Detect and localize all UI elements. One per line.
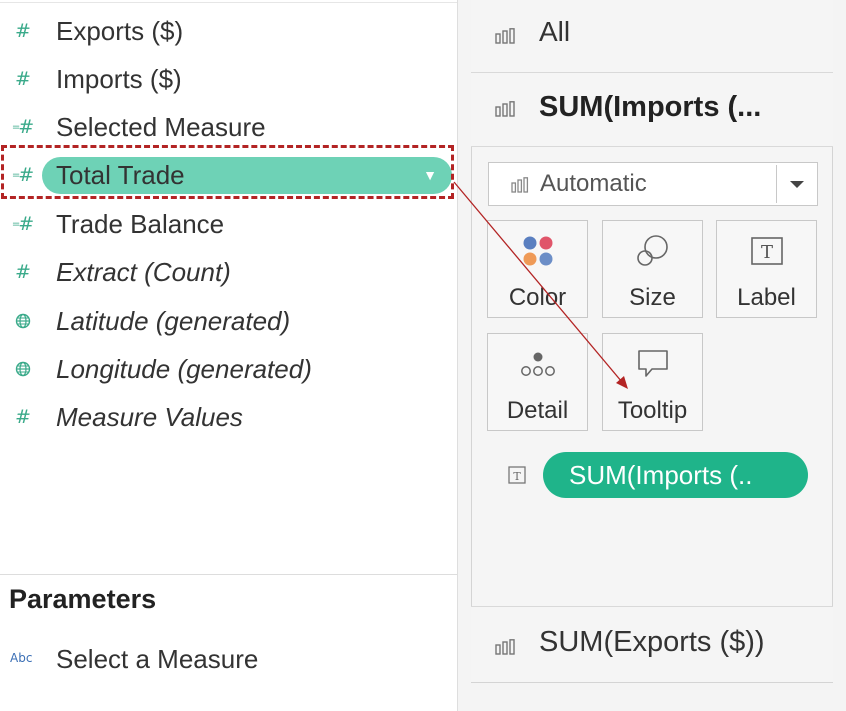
svg-text:T: T (760, 242, 772, 263)
field-exports[interactable]: # Exports ($) (0, 9, 457, 53)
label-label: Label (737, 284, 796, 311)
field-label: Trade Balance (56, 209, 225, 239)
top-divider (0, 2, 457, 3)
calculated-measure-icon: = # (11, 213, 35, 235)
mark-type-dropdown[interactable]: Automatic (488, 162, 818, 206)
marks-tab-label: SUM(Exports ($)) (539, 626, 765, 658)
measure-number-icon: # (15, 68, 31, 90)
tooltip-label: Tooltip (617, 397, 688, 424)
field-measure-values[interactable]: # Measure Values (0, 395, 457, 439)
field-longitude[interactable]: Longitude (generated) (0, 347, 457, 391)
globe-icon (8, 347, 38, 391)
bar-chart-icon (495, 101, 515, 117)
marks-tab-label: SUM(Imports (... (539, 91, 762, 123)
field-label: Extract (Count) (56, 257, 231, 287)
marks-tab-sum-exports[interactable]: SUM(Exports ($)) (471, 607, 833, 682)
field-label: Selected Measure (56, 112, 266, 142)
sum-imports-pill[interactable]: SUM(Imports (.. (543, 452, 808, 498)
tooltip-button[interactable]: Tooltip (602, 333, 703, 431)
parameters-divider (0, 574, 457, 575)
calculated-measure-icon: = # (11, 116, 35, 138)
marks-tab-label: All (539, 16, 571, 47)
mark-type-value: Automatic (540, 170, 647, 197)
label-icon: T (717, 233, 816, 269)
parameters-heading: Parameters (9, 584, 157, 614)
field-latitude[interactable]: Latitude (generated) (0, 299, 457, 343)
detail-button[interactable]: Detail (487, 333, 588, 431)
size-label: Size (629, 284, 676, 311)
text-encoding-icon: T (508, 466, 526, 484)
marks-tab-sum-imports[interactable]: SUM(Imports (... (471, 73, 833, 146)
data-pane: # Exports ($) # Imports ($) = # Selected … (0, 0, 457, 711)
field-imports[interactable]: # Imports ($) (0, 57, 457, 101)
svg-text:T: T (513, 470, 521, 483)
color-button[interactable]: Color (487, 220, 588, 318)
field-selected-measure[interactable]: = # Selected Measure (0, 105, 457, 149)
highlight-annotation-box (1, 145, 454, 199)
parameter-label: Select a Measure (56, 644, 259, 674)
tooltip-icon (603, 346, 702, 382)
label-button[interactable]: T Label (716, 220, 817, 318)
field-label: Latitude (generated) (56, 306, 291, 336)
string-type-icon: Abc (10, 651, 33, 665)
measure-number-icon: # (15, 261, 31, 283)
tab-divider (471, 146, 833, 147)
measure-number-icon: # (15, 20, 31, 42)
globe-icon (8, 299, 38, 343)
field-label: Measure Values (56, 402, 243, 432)
bar-chart-icon (495, 28, 515, 44)
field-label: Imports ($) (56, 64, 182, 94)
size-icon (603, 233, 702, 269)
marks-tab-all[interactable]: All (471, 0, 833, 72)
measure-number-icon: # (15, 406, 31, 428)
bar-chart-icon (495, 639, 515, 655)
chevron-down-icon[interactable] (786, 174, 808, 194)
parameter-select-a-measure[interactable]: Abc Select a Measure (0, 637, 457, 681)
field-label: Longitude (generated) (56, 354, 312, 384)
size-button[interactable]: Size (602, 220, 703, 318)
field-trade-balance[interactable]: = # Trade Balance (0, 202, 457, 246)
color-icon (488, 233, 587, 269)
detail-label: Detail (506, 397, 569, 424)
bar-chart-icon (511, 177, 529, 193)
field-extract-count[interactable]: # Extract (Count) (0, 250, 457, 294)
dropdown-separator (776, 165, 777, 203)
detail-icon (488, 346, 587, 382)
field-label: Exports ($) (56, 16, 184, 46)
color-label: Color (508, 284, 567, 311)
